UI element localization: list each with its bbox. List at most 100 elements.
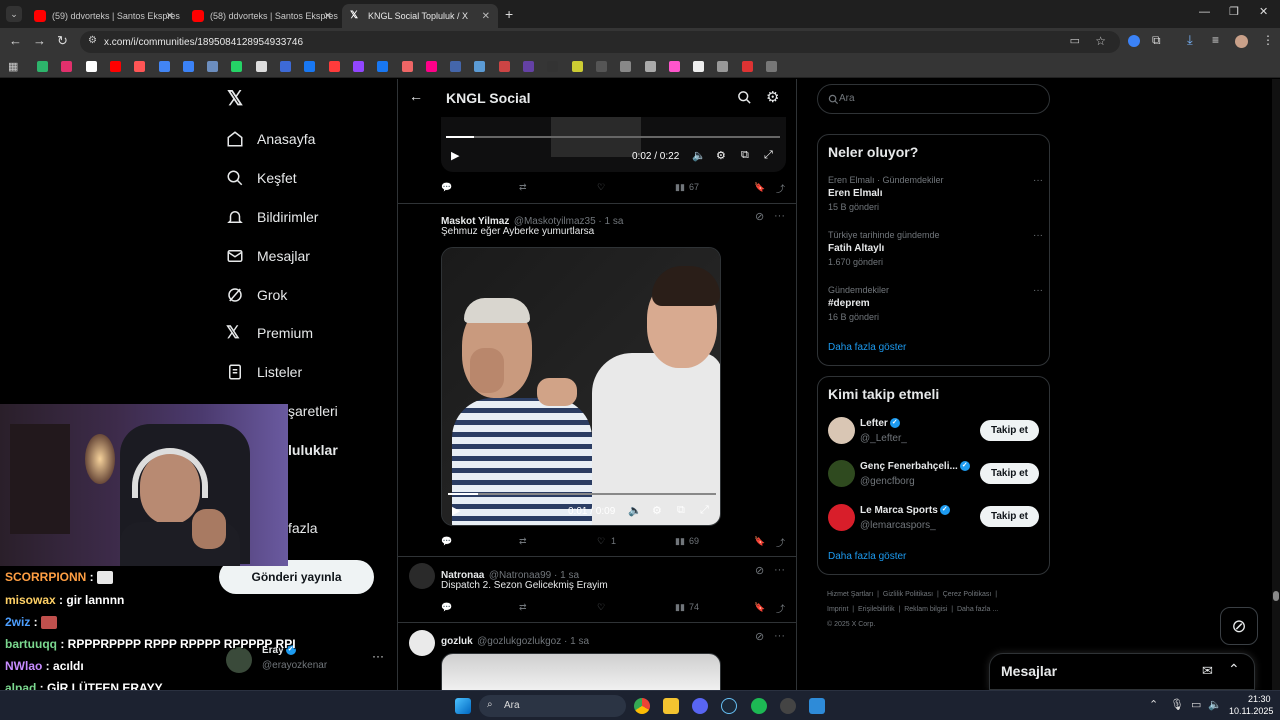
bookmark-favicon-icon[interactable] [693, 61, 705, 72]
trend-item[interactable]: Eren Elmalı · Gündemdekiler Eren Elmalı … [828, 175, 1043, 212]
views-icon[interactable]: ▮▮ [675, 602, 685, 613]
spotify-icon[interactable] [751, 698, 767, 714]
nav-notifications[interactable]: Bildirimler [226, 206, 318, 228]
footer-link[interactable]: Hizmet Şartları [827, 591, 873, 598]
extensions-puzzle-icon[interactable]: ⧉ [1152, 33, 1161, 48]
pip-icon[interactable]: ⧉ [677, 504, 685, 517]
grok-floating-button[interactable]: ⊘ [1220, 607, 1258, 645]
site-info-icon[interactable]: ⚙ [88, 35, 97, 46]
clock-time[interactable]: 21:30 [1248, 694, 1271, 704]
back-arrow-icon[interactable]: ← [409, 88, 423, 104]
bookmark-favicon-icon[interactable] [571, 61, 583, 72]
forward-icon[interactable]: → [33, 33, 46, 48]
nav-grok[interactable]: Grok [226, 284, 287, 306]
follow-button[interactable]: Takip et [980, 506, 1039, 527]
progress-track[interactable] [446, 136, 780, 138]
bookmark-favicon-icon[interactable] [498, 61, 510, 72]
share-icon[interactable]: ⤴ [776, 602, 785, 615]
taskbar-search[interactable]: ⌕ Ara [479, 695, 626, 717]
bookmark-favicon-icon[interactable] [280, 61, 291, 72]
nav-premium[interactable]: 𝕏 Premium [226, 322, 313, 344]
more-icon[interactable]: ··· [774, 630, 785, 642]
apps-grid-icon[interactable]: ▦ [8, 60, 18, 73]
microphone-icon[interactable]: 🎙 [1170, 698, 1184, 711]
follow-button[interactable]: Takip et [980, 420, 1039, 441]
views-icon[interactable]: ▮▮ [675, 536, 685, 547]
messages-drawer[interactable]: Mesajlar ✉ ⌃ [989, 653, 1255, 690]
photos-icon[interactable] [809, 698, 825, 714]
reload-icon[interactable]: ↻ [57, 33, 68, 49]
bookmark-favicon-icon[interactable] [450, 61, 462, 72]
bookmark-favicon-icon[interactable] [37, 61, 48, 72]
avatar[interactable] [409, 630, 435, 656]
tab-1[interactable]: (59) ddvorteks | Santos Ekspres ✕ [26, 4, 182, 28]
footer-link[interactable]: Gizlilik Politikası [883, 591, 933, 598]
like-icon[interactable]: ♡ [597, 536, 605, 547]
bookmark-favicon-icon[interactable] [85, 61, 97, 72]
bookmark-favicon-icon[interactable] [231, 61, 243, 72]
minimize-button[interactable]: — [1199, 6, 1210, 18]
bookmark-favicon-icon[interactable] [328, 61, 340, 72]
volume-icon[interactable]: 🔈 [1208, 698, 1222, 711]
close-icon[interactable]: ✕ [166, 11, 174, 22]
author-name[interactable]: gozluk [441, 636, 473, 647]
bookmark-star-icon[interactable]: ☆ [1095, 34, 1106, 48]
bookmark-favicon-icon[interactable] [158, 61, 170, 72]
chevron-up-icon[interactable]: ⌃ [1149, 698, 1158, 711]
like-icon[interactable]: ♡ [597, 602, 605, 613]
more-icon[interactable]: ··· [372, 649, 384, 663]
play-icon[interactable]: ▶ [452, 504, 460, 517]
tab-search-button[interactable]: ⌄ [6, 6, 22, 22]
close-icon[interactable]: ✕ [324, 11, 332, 22]
bookmark-favicon-icon[interactable] [741, 61, 753, 72]
scrollbar[interactable] [1272, 79, 1280, 690]
trend-item[interactable]: Türkiye tarihinde gündemde Fatih Altaylı… [828, 230, 1043, 267]
bookmark-favicon-icon[interactable] [401, 61, 413, 72]
follow-name[interactable]: Lefter ✓ [860, 418, 900, 429]
bookmark-favicon-icon[interactable] [717, 61, 729, 72]
repost-icon[interactable]: ⇄ [519, 536, 527, 547]
bookmark-favicon-icon[interactable] [766, 61, 777, 72]
nav-bookmarks[interactable]: şaretleri [288, 400, 338, 422]
video-player[interactable]: ▶ 0:02 / 0:22 🔈 ⚙ ⧉ ⤢ [441, 117, 786, 172]
bookmark-favicon-icon[interactable] [523, 61, 534, 72]
footer-link[interactable]: Çerez Politikası [943, 591, 992, 598]
new-tab-button[interactable]: + [505, 6, 513, 22]
volume-icon[interactable]: 🔈 [692, 149, 706, 162]
follow-name[interactable]: Genç Fenerbahçeli... ✓ [860, 461, 970, 472]
file-explorer-icon[interactable] [663, 698, 679, 714]
grok-icon[interactable]: ⊘ [755, 210, 764, 223]
bookmark-favicon-icon[interactable] [352, 61, 364, 72]
media-control-icon[interactable]: ≡ [1212, 33, 1219, 47]
follow-show-more[interactable]: Daha fazla göster [828, 551, 906, 562]
windows-start-icon[interactable] [455, 698, 471, 714]
bookmark-favicon-icon[interactable] [304, 61, 316, 72]
close-window-button[interactable]: ✕ [1259, 5, 1268, 18]
bookmark-favicon-icon[interactable] [255, 61, 267, 72]
extension-icon[interactable] [1128, 35, 1140, 47]
bookmark-favicon-icon[interactable] [595, 61, 607, 72]
more-icon[interactable]: ··· [1033, 285, 1043, 296]
bookmark-favicon-icon[interactable] [377, 61, 389, 72]
post-image[interactable] [441, 653, 721, 690]
share-icon[interactable]: ⤴ [776, 536, 785, 549]
app-icon[interactable] [780, 698, 796, 714]
tab-2[interactable]: (58) ddvorteks | Santos Ekspres ✕ [184, 4, 340, 28]
bookmark-favicon-icon[interactable] [134, 61, 146, 72]
reply-icon[interactable]: 💬 [441, 536, 452, 547]
settings-icon[interactable]: ⚙ [652, 504, 662, 517]
network-icon[interactable]: ▭ [1191, 698, 1201, 711]
follow-button[interactable]: Takip et [980, 463, 1039, 484]
bookmark-favicon-icon[interactable] [425, 61, 437, 72]
bookmark-favicon-icon[interactable] [207, 61, 219, 72]
x-logo-icon[interactable]: 𝕏 [227, 88, 247, 110]
play-icon[interactable]: ▶ [451, 149, 459, 162]
progress-track[interactable] [448, 493, 716, 495]
nav-home[interactable]: Anasayfa [226, 128, 315, 150]
scrollbar-thumb[interactable] [1273, 591, 1279, 601]
footer-link[interactable]: Reklam bilgisi [904, 606, 947, 613]
fullscreen-icon[interactable]: ⤢ [764, 149, 773, 162]
bookmark-favicon-icon[interactable] [182, 61, 194, 72]
bookmark-favicon-icon[interactable] [644, 61, 656, 72]
volume-icon[interactable]: 🔈 [628, 504, 642, 517]
